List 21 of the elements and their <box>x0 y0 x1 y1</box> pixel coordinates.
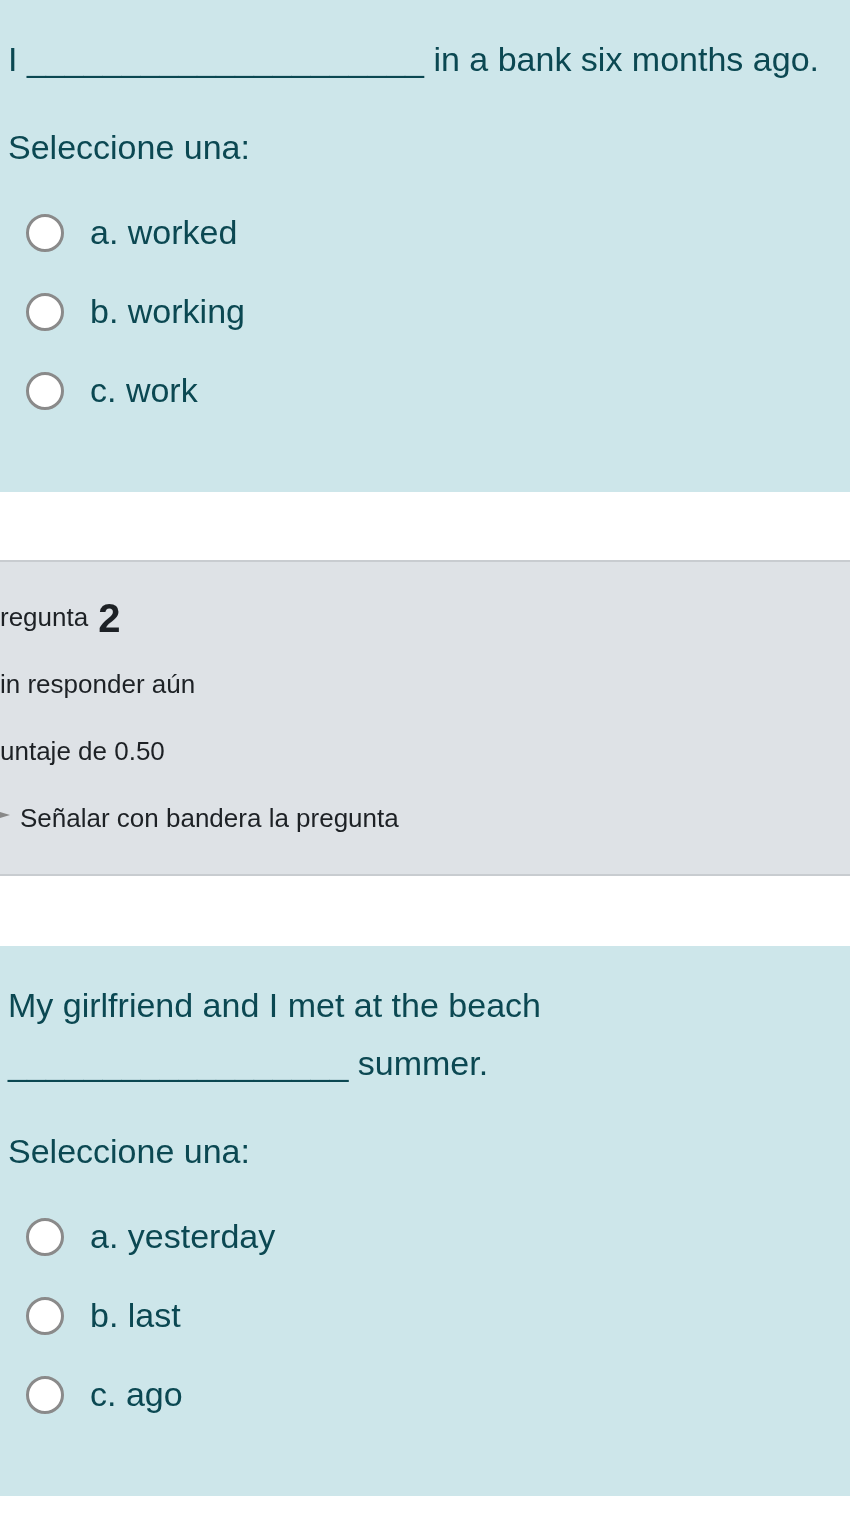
option-label[interactable]: a. yesterday <box>90 1211 276 1262</box>
option-label[interactable]: a. worked <box>90 207 238 258</box>
question-text: My girlfriend and I met at the beach __________________ summer. <box>8 985 542 1084</box>
radio-button[interactable] <box>26 1217 64 1256</box>
marks-text: untaje de 0.50 <box>0 735 165 768</box>
flag-link[interactable]: Señalar con bandera la pregunta <box>20 799 399 838</box>
option-label[interactable]: b. working <box>90 286 245 337</box>
status-text: in responder aún <box>0 668 196 701</box>
radio-button[interactable] <box>26 292 64 331</box>
question-label: regunta <box>0 601 89 634</box>
option-label[interactable]: c. work <box>90 365 198 416</box>
option-label[interactable]: b. last <box>90 1290 181 1341</box>
question-text: I _____________________ in a bank six months ago. <box>8 39 820 80</box>
prompt-text: Seleccione una: <box>8 127 251 168</box>
radio-button[interactable] <box>26 1296 64 1335</box>
radio-button[interactable] <box>26 371 64 410</box>
prompt-text: Seleccione una: <box>8 1131 251 1172</box>
radio-button[interactable] <box>26 1375 64 1414</box>
option-label[interactable]: c. ago <box>90 1369 183 1420</box>
radio-button[interactable] <box>26 213 64 252</box>
question-number: 2 <box>98 594 121 642</box>
